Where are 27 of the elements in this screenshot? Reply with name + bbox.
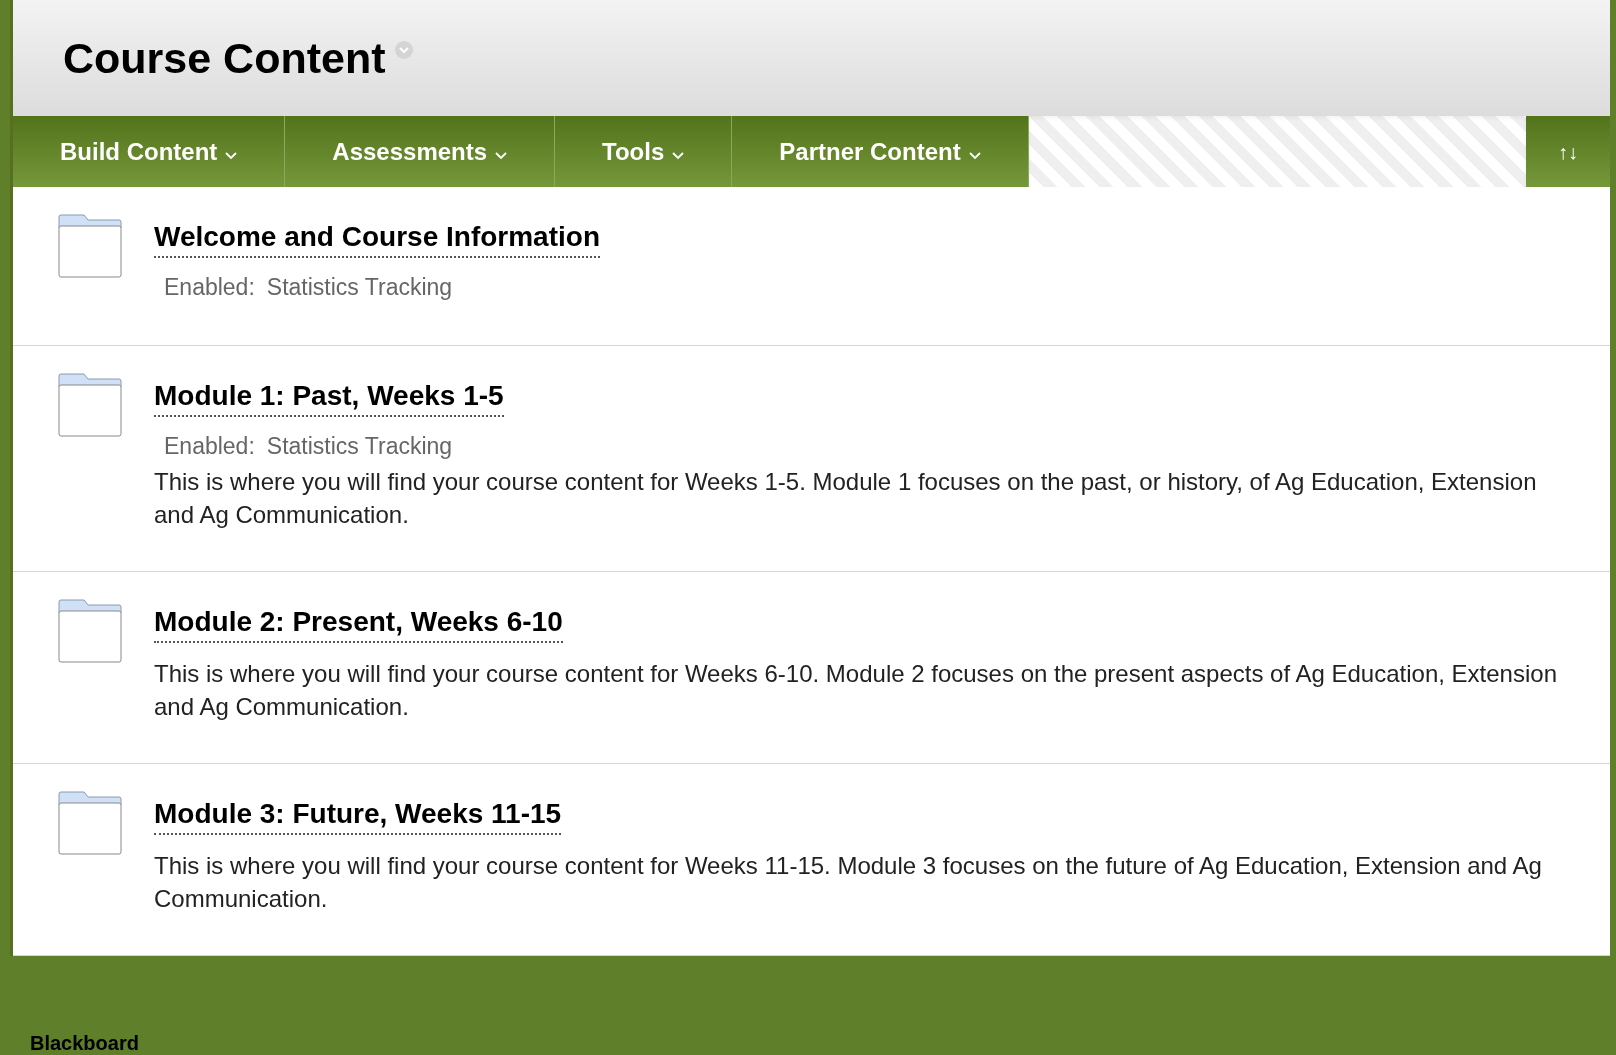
chevron-down-icon (672, 151, 685, 160)
enabled-value: Statistics Tracking (266, 431, 453, 461)
enabled-label: Enabled: (164, 273, 255, 302)
item-title-link[interactable]: Module 3: Future, Weeks 11-15 (154, 795, 562, 835)
item-title-link[interactable]: Welcome and Course Information (154, 218, 600, 258)
chevron-circle-icon (393, 40, 414, 60)
page-title: Course Content (63, 32, 386, 84)
footer-brand: Blackboard (30, 1033, 139, 1055)
chevron-down-icon (225, 151, 238, 160)
folder-icon (58, 372, 122, 437)
item-description: This is where you will find your course content for Weeks 6-10. Module 2 focuses on the present aspects of Ag Education, Extension and Ag Communication. (154, 659, 1558, 722)
folder-icon (58, 214, 122, 278)
item-description: This is where you will find your course content for Weeks 1-5. Module 1 focuses on the past, or history, of Ag Education, Extension and Ag Communication. (154, 467, 1538, 530)
menu-button[interactable]: Tools (555, 116, 733, 187)
menu-button[interactable]: Build Content (13, 116, 286, 187)
menu-button[interactable]: Partner Content (732, 116, 1029, 187)
menu-button[interactable]: Assessments (285, 116, 556, 187)
folder-icon (58, 599, 122, 663)
item-description: This is where you will find your course content for Weeks 11-15. Module 3 focuses on the future of Ag Education, Extension and Ag Communication. (154, 851, 1543, 914)
chevron-down-icon (495, 151, 508, 160)
enabled-label: Enabled: (164, 431, 255, 461)
sort-button[interactable]: ↑↓ (1526, 116, 1610, 187)
item-title-link[interactable]: Module 2: Present, Weeks 6-10 (154, 603, 563, 643)
folder-icon (58, 791, 122, 855)
item-title-link[interactable]: Module 1: Past, Weeks 1-5 (154, 376, 504, 417)
enabled-value: Statistics Tracking (266, 273, 453, 302)
chevron-down-icon (968, 151, 981, 160)
